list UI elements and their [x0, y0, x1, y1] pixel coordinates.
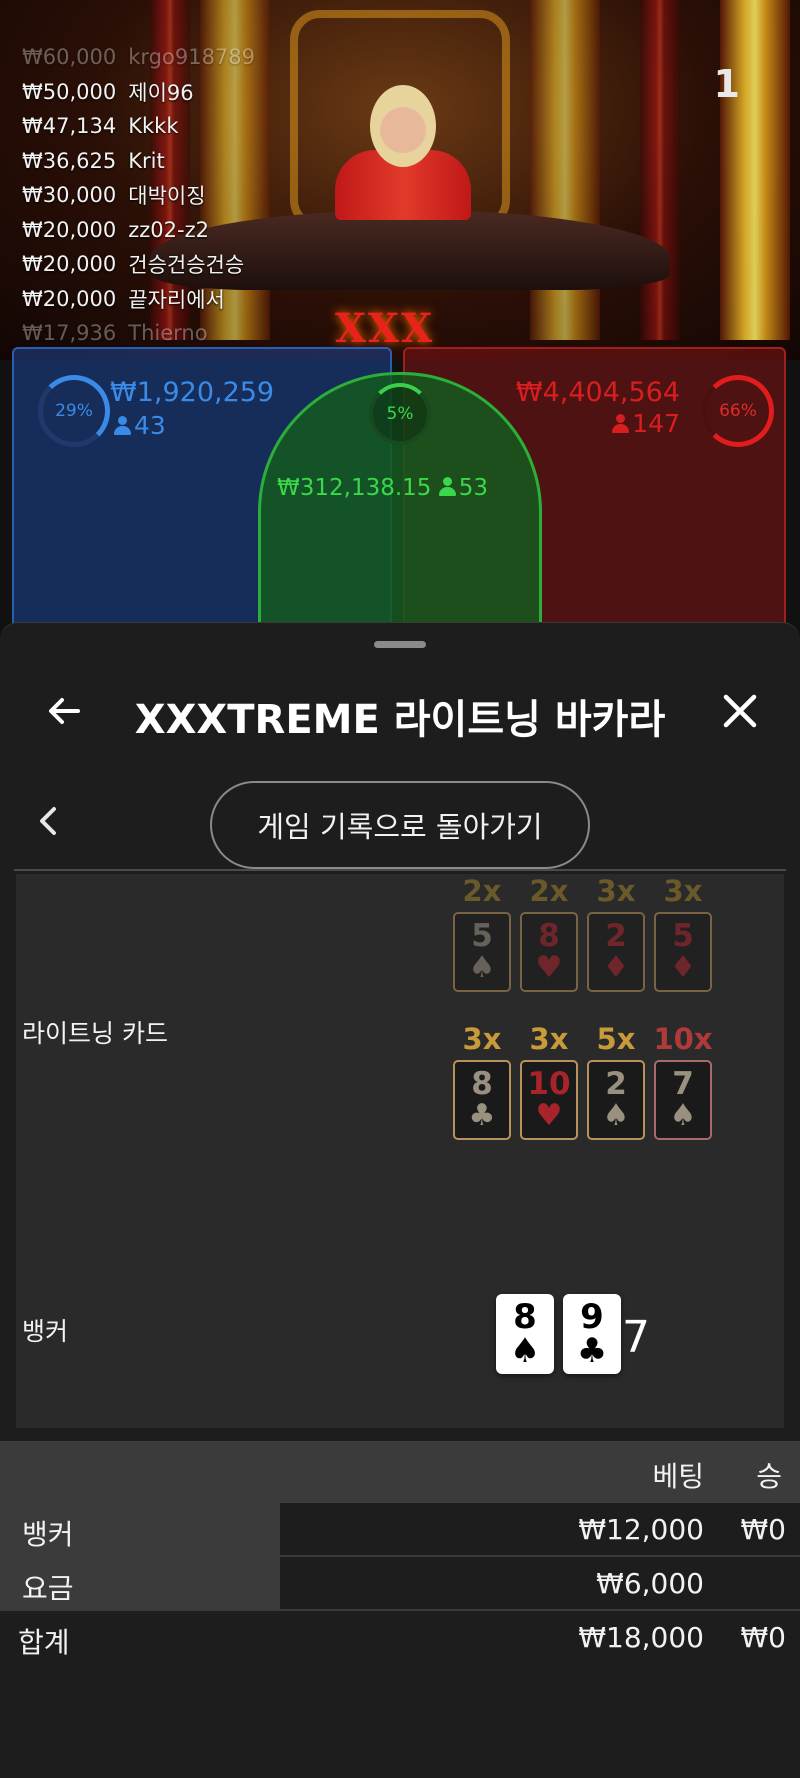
banker-percent-ring: 66%	[702, 375, 774, 447]
list-item: ₩20,000 건승건승건승	[22, 252, 245, 278]
decor-pillar	[640, 0, 680, 340]
round-number: 1	[713, 62, 740, 106]
playing-card: 9 ♣	[563, 1294, 621, 1374]
lightning-multiplier: 3x	[663, 874, 703, 908]
live-video-stream: XXX 1 ₩60,000 krgo918789 ₩50,000 제이96 ₩47,…	[0, 0, 800, 360]
row-win: ₩0	[740, 1513, 787, 1546]
total-win: ₩0	[740, 1621, 787, 1654]
row-label: 뱅커	[0, 1503, 280, 1555]
lightning-card: 8 ♣	[453, 1060, 511, 1140]
list-item: ₩50,000 제이96	[22, 79, 194, 105]
winners-list: ₩60,000 krgo918789 ₩50,000 제이96 ₩47,134 Kkk…	[22, 40, 402, 351]
lightning-card: 8 ♥	[520, 912, 578, 992]
results-table-header: 베팅 승	[0, 1441, 800, 1503]
arrow-left-icon[interactable]	[44, 691, 84, 731]
banker-user-count: 147	[612, 409, 680, 438]
lightning-card: 2 ♠	[587, 1060, 645, 1140]
banker-score: 7	[622, 1312, 650, 1363]
lightning-card: 5 ♠	[453, 912, 511, 992]
table-row: 뱅커 ₩12,000 ₩0	[0, 1503, 800, 1557]
list-item: ₩17,936 Thierno	[22, 321, 208, 346]
lightning-multiplier: 3x	[462, 1022, 502, 1056]
list-item: ₩20,000 끝자리에서	[22, 286, 225, 312]
list-item: ₩30,000 대박이징	[22, 183, 206, 209]
table-row: 요금 ₩6,000	[0, 1557, 800, 1611]
chevron-left-icon[interactable]	[34, 801, 64, 841]
lightning-cards-label: 라이트닝 카드	[22, 1019, 168, 1048]
list-item: ₩47,134 Kkkk	[22, 114, 179, 139]
column-header-win: 승	[756, 1460, 782, 1493]
player-percent-ring: 29%	[38, 375, 110, 447]
sheet-header: XXXTREME 라이트닝 바카라	[0, 663, 800, 773]
lightning-card: 2 ♦	[587, 912, 645, 992]
list-item: ₩60,000 krgo918789	[22, 45, 256, 70]
divider	[14, 869, 786, 871]
user-icon	[438, 477, 456, 497]
player-total-amount: ₩1,920,259	[110, 377, 275, 408]
sheet-drag-handle[interactable]	[374, 641, 426, 648]
user-icon	[114, 416, 131, 436]
list-item: ₩20,000 zz02-z2	[22, 217, 209, 242]
history-nav: 게임 기록으로 돌아가기	[0, 771, 800, 871]
lightning-card: 7 ♠	[654, 1060, 712, 1140]
lightning-multiplier: 3x	[529, 1022, 569, 1056]
player-user-count: 43	[114, 411, 166, 440]
total-bet: ₩18,000	[578, 1621, 704, 1654]
tie-total-amount: ₩312,138.15 53	[277, 475, 489, 501]
banker-hand-label: 뱅커	[22, 1317, 69, 1346]
close-icon[interactable]	[718, 689, 762, 733]
tie-percent-ring: 5%	[369, 383, 431, 445]
column-header-bet: 베팅	[652, 1460, 704, 1493]
decor-pillar	[720, 0, 790, 340]
lightning-multiplier: 10x	[653, 1022, 713, 1056]
user-icon	[612, 414, 630, 434]
back-to-history-button[interactable]: 게임 기록으로 돌아가기	[210, 781, 590, 869]
total-label: 합계	[18, 1626, 70, 1659]
playing-card: 8 ♠	[496, 1294, 554, 1374]
sheet-title: XXXTREME 라이트닝 바카라	[134, 697, 666, 743]
lightning-multiplier: 2x	[529, 874, 569, 908]
betting-area: 29% ₩1,920,259 43 66% ₩4,404,564 147 5% …	[0, 347, 800, 627]
row-bet: ₩6,000	[596, 1567, 704, 1600]
lightning-card: 10 ♥	[520, 1060, 578, 1140]
row-bet: ₩12,000	[578, 1513, 704, 1546]
list-item: ₩36,625 Krit	[22, 148, 165, 173]
lightning-multiplier: 3x	[596, 874, 636, 908]
table-total-row: 합계 ₩18,000 ₩0	[0, 1611, 800, 1665]
lightning-card: 5 ♦	[654, 912, 712, 992]
banker-total-amount: ₩4,404,564	[515, 377, 680, 408]
lightning-multiplier: 2x	[462, 874, 502, 908]
lightning-multiplier: 5x	[596, 1022, 636, 1056]
row-label: 요금	[0, 1557, 280, 1609]
